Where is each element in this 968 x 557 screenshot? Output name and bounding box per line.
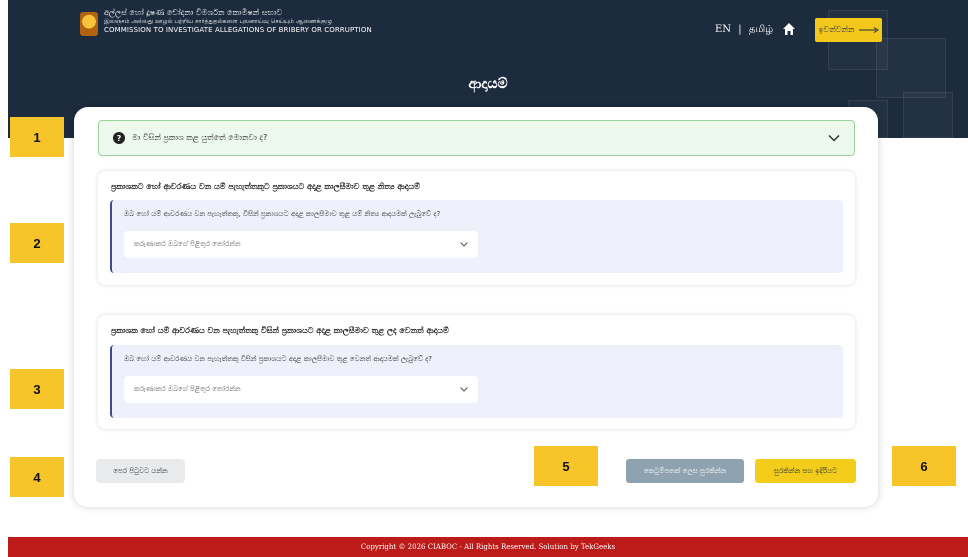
chevron-down-icon <box>460 387 468 392</box>
logout-label: ඉවත්වන්න <box>818 25 855 34</box>
chevron-down-icon <box>460 242 468 247</box>
logout-button[interactable]: ඉවත්වන්න <box>815 18 882 42</box>
faq-accordion[interactable]: ? මා විසින් ප්‍රකාශ කළ යුත්තේ මොනවා ද? <box>98 120 855 156</box>
other-income-section: ප්‍රකාශක හෝ යම් ආවරණය වන පැහැත්තකු විසින… <box>98 315 855 429</box>
question-panel: ඔබ හෝ යම් ආවරණය වන පැහැත්තකු, විසින් ප්‍… <box>110 200 843 273</box>
lang-ta-link[interactable]: தமிழ் <box>749 24 773 35</box>
marker-4: 4 <box>10 457 64 497</box>
arrow-right-icon <box>858 27 879 33</box>
faq-question: මා විසින් ප්‍රකාශ කළ යුත්තේ මොනවා ද? <box>132 133 268 142</box>
home-icon[interactable] <box>782 22 796 36</box>
question-circle-icon: ? <box>113 132 125 144</box>
select-placeholder: කරුණාකර ඔබගේ පිළිතුර තෝරන්න <box>134 385 241 393</box>
question-text: ඔබ හෝ යම් ආවරණය වන පැහැත්තකු විසින් ප්‍ර… <box>124 355 432 363</box>
org-name-tamil: இலஞ்சம் அல்லது ஊழல் பற்றிய சார்த்துதல்கள… <box>104 18 333 25</box>
lang-en-link[interactable]: EN <box>715 24 731 35</box>
question-text: ඔබ හෝ යම් ආවරණය වන පැහැත්තකු, විසින් ප්‍… <box>124 210 441 218</box>
marker-1: 1 <box>10 117 64 157</box>
page-title: ආදායම් <box>468 76 508 92</box>
marker-3: 3 <box>10 369 64 409</box>
regular-income-select[interactable]: කරුණාකර ඔබගේ පිළිතුර තෝරන්න <box>124 231 478 258</box>
save-draft-button[interactable]: කෙටුම්පතක් ලෙස සුරකින්න <box>626 459 744 483</box>
language-switcher: EN | தமிழ் <box>713 24 775 36</box>
question-panel: ඔබ හෝ යම් ආවරණය වන පැහැත්තකු විසින් ප්‍ර… <box>110 345 843 418</box>
chevron-down-icon[interactable] <box>828 134 840 142</box>
select-placeholder: කරුණාකර ඔබගේ පිළිතුර තෝරන්න <box>134 240 241 248</box>
footer-copyright: Copyright © 2026 CIABOC - All Rights Res… <box>8 537 968 557</box>
emblem-icon <box>80 12 98 36</box>
save-continue-button[interactable]: සුරකින්න සහ ඉදිරියට <box>755 459 856 483</box>
lang-separator: | <box>738 24 742 35</box>
decorative-square <box>903 92 953 138</box>
site-logo[interactable]: අල්ලස් හෝ දූෂණ චෝදනා විමර්ශන කොමිෂන් සභා… <box>80 8 372 36</box>
marker-2: 2 <box>10 223 64 263</box>
organization-name: අල්ලස් හෝ දූෂණ චෝදනා විමර්ශන කොමිෂන් සභා… <box>104 8 372 35</box>
other-income-select[interactable]: කරුණාකර ඔබගේ පිළිතුර තෝරන්න <box>124 376 478 403</box>
regular-income-section: ප්‍රකාශකට හෝ ආවරණය වන යම් පැහැත්තකුට ප්‍… <box>98 171 855 285</box>
back-button[interactable]: පෙර පිටුවට යන්න <box>96 459 185 483</box>
org-name-sinhala: අල්ලස් හෝ දූෂණ චෝදනා විමර්ශන කොමිෂන් සභා… <box>104 8 283 17</box>
section-title: ප්‍රකාශක හෝ යම් ආවරණය වන පැහැත්තකු විසින… <box>111 326 449 335</box>
section-title: ප්‍රකාශකට හෝ ආවරණය වන යම් පැහැත්තකුට ප්‍… <box>111 182 420 191</box>
income-form-card: ? මා විසින් ප්‍රකාශ කළ යුත්තේ මොනවා ද? ප… <box>74 107 878 507</box>
org-name-english: COMMISSION TO INVESTIGATE ALLEGATIONS OF… <box>104 26 372 34</box>
marker-5: 5 <box>534 446 598 486</box>
marker-6: 6 <box>892 446 956 486</box>
